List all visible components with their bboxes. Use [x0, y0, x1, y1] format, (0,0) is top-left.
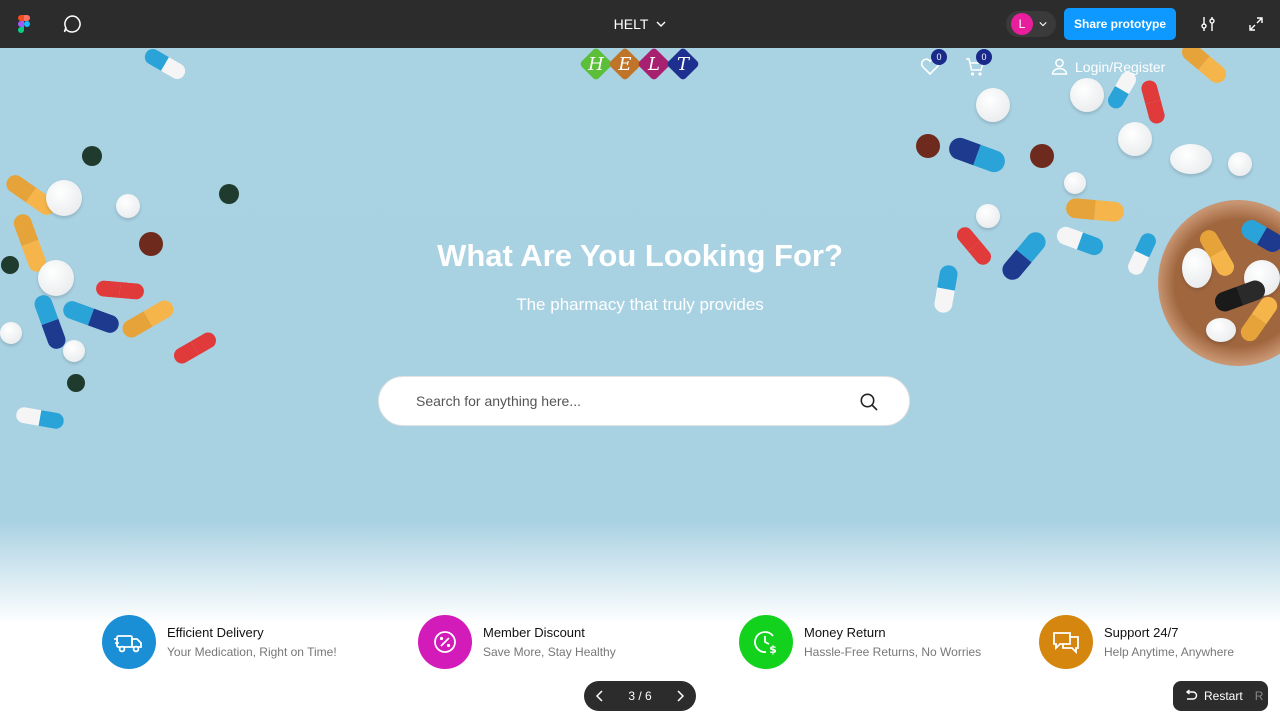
chevron-down-icon: [1039, 22, 1047, 27]
feature-title: Member Discount: [483, 625, 585, 640]
restart-shortcut: R: [1254, 689, 1264, 703]
prototype-toolbar: HELT L Share prototype: [0, 0, 1280, 48]
helt-logo[interactable]: H E L T: [578, 48, 704, 82]
avatar: L: [1011, 13, 1033, 35]
pager-label: 3 / 6: [628, 689, 652, 703]
percent-icon: [418, 615, 472, 669]
hero-banner: H E L T 0 0 Login/Register What Are You …: [0, 48, 1280, 624]
login-register-label: Login/Register: [1075, 58, 1166, 75]
share-prototype-button[interactable]: Share prototype: [1064, 8, 1176, 40]
restart-button[interactable]: Restart R: [1173, 681, 1268, 711]
feature-title: Money Return: [804, 625, 886, 640]
hero-headline: What Are You Looking For?: [437, 238, 843, 273]
expand-icon[interactable]: [1246, 14, 1266, 34]
logo-letter: L: [647, 54, 660, 75]
feature-subtitle: Save More, Stay Healthy: [483, 645, 616, 659]
chevron-down-icon: [656, 21, 666, 27]
file-title: HELT: [613, 16, 649, 32]
logo-letter: T: [677, 54, 691, 75]
cart-count-badge: 0: [976, 49, 992, 65]
search-bar: [378, 376, 910, 426]
feature-subtitle: Hassle-Free Returns, No Worries: [804, 645, 982, 659]
feature-subtitle: Help Anytime, Anywhere: [1104, 645, 1235, 659]
restart-label: Restart: [1204, 689, 1243, 703]
user-icon: [1051, 58, 1068, 75]
search-icon[interactable]: [859, 392, 879, 412]
logo-letter: E: [617, 54, 631, 75]
feature-subtitle: Your Medication, Right on Time!: [167, 645, 337, 659]
chevron-right-icon[interactable]: [674, 690, 686, 702]
delivery-truck-icon: [102, 615, 156, 669]
clock-dollar-icon: $: [739, 615, 793, 669]
feature-efficient-delivery: Efficient Delivery Your Medication, Righ…: [102, 615, 337, 669]
hero-subline: The pharmacy that truly provides: [516, 295, 764, 314]
feature-money-return: $ Money Return Hassle-Free Returns, No W…: [739, 615, 981, 669]
wishlist-count-badge: 0: [931, 49, 947, 65]
feature-title: Efficient Delivery: [167, 625, 264, 640]
chat-bubbles-icon: [1039, 615, 1093, 669]
feature-support: Support 24/7 Help Anytime, Anywhere: [1039, 615, 1234, 669]
settings-sliders-icon[interactable]: [1198, 14, 1218, 34]
restart-icon: [1185, 689, 1198, 700]
feature-title: Support 24/7: [1104, 625, 1179, 640]
logo-letter: H: [587, 54, 604, 75]
user-menu[interactable]: L: [1006, 11, 1056, 37]
frame-pager: 3 / 6: [584, 681, 696, 711]
login-register-link[interactable]: Login/Register: [1050, 57, 1165, 76]
svg-text:$: $: [769, 643, 777, 656]
chevron-left-icon[interactable]: [594, 690, 606, 702]
search-input[interactable]: [416, 393, 836, 409]
feature-member-discount: Member Discount Save More, Stay Healthy: [418, 615, 616, 669]
